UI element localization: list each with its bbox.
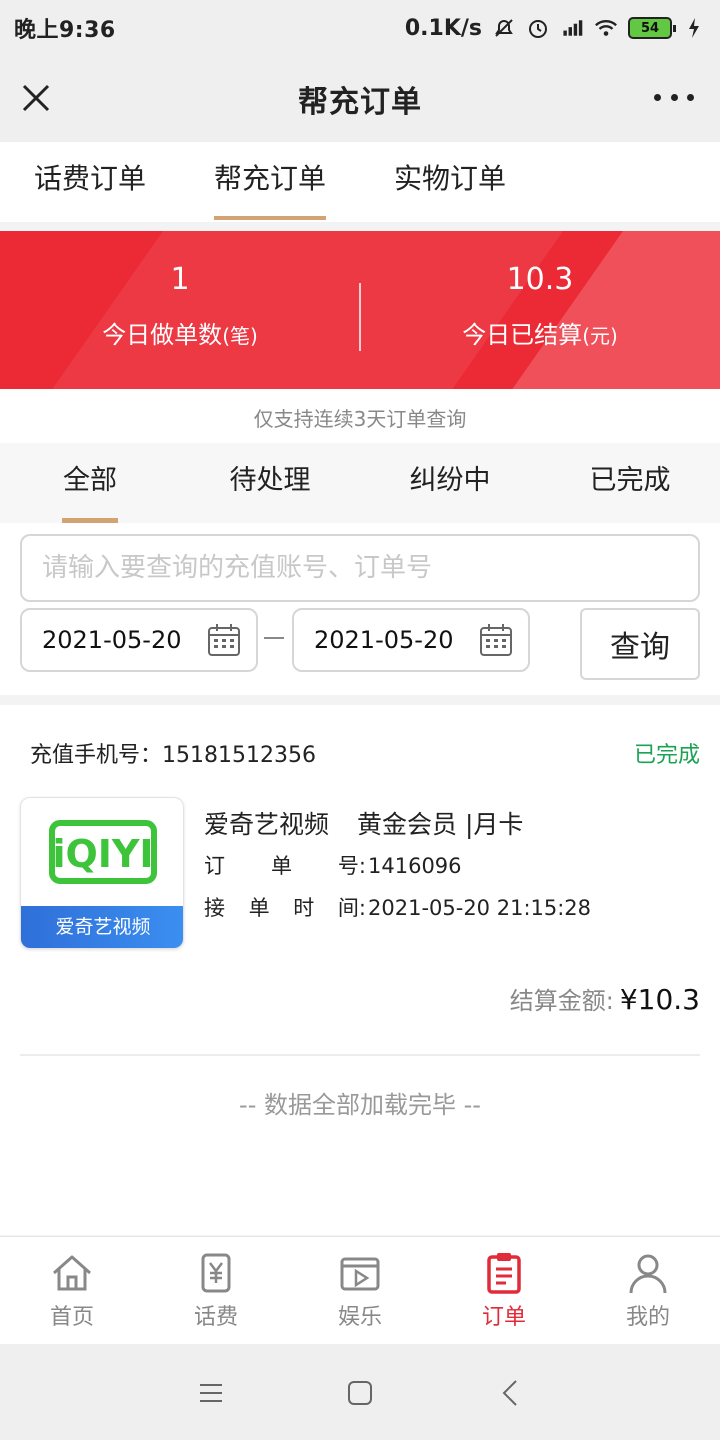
tab-phone-bill-orders[interactable]: 话费订单 xyxy=(0,142,180,222)
settled-today-label: 今日已结算(元) xyxy=(462,321,618,349)
filter-panel: 2021-05-20 2021-05-20 查询 xyxy=(0,523,720,695)
start-date-value: 2021-05-20 xyxy=(42,626,182,654)
status-bar: 晚上9:36 0.1K/s 54 xyxy=(0,0,720,56)
video-icon xyxy=(340,1257,380,1291)
nav-mine[interactable]: 我的 xyxy=(576,1237,720,1344)
status-time: 晚上9:36 xyxy=(14,18,116,43)
user-icon xyxy=(629,1254,667,1294)
orders-today: 1 今日做单数(笔) xyxy=(0,257,360,350)
orders-today-value: 1 xyxy=(170,262,190,297)
order-number: 1416096 xyxy=(368,854,462,878)
title-bar: 帮充订单 xyxy=(0,56,720,142)
tab-recharge-orders[interactable]: 帮充订单 xyxy=(180,142,360,222)
tab-all[interactable]: 全部 xyxy=(0,443,180,523)
home-button-icon[interactable] xyxy=(345,1378,375,1408)
order-type-tabs: 话费订单 帮充订单 实物订单 xyxy=(0,142,720,222)
nav-entertainment-label: 娱乐 xyxy=(337,1305,382,1330)
recharge-phone: 充值手机号：15181512356 xyxy=(30,743,316,768)
orders-today-label: 今日做单数(笔) xyxy=(102,321,258,349)
clipboard-icon xyxy=(487,1253,521,1294)
divider xyxy=(20,1054,700,1056)
nav-phone-bill[interactable]: 话费 xyxy=(144,1237,288,1344)
order-info: 爱奇艺视频 黄金会员 |月卡 订单号: 1416096 接单时间: 2021-05… xyxy=(204,805,591,929)
product-thumbnail: iQIYI 爱奇艺视频 xyxy=(20,797,184,949)
calendar-icon xyxy=(206,622,242,658)
nav-home-label: 首页 xyxy=(49,1305,94,1330)
phone-bill-icon xyxy=(201,1253,231,1293)
settlement-amount: 结算金额: ¥10.3 xyxy=(509,983,700,1016)
battery-level: 54 xyxy=(640,20,660,36)
bottom-nav: 首页 话费 娱乐 订单 我的 xyxy=(0,1236,720,1344)
tab-physical-orders[interactable]: 实物订单 xyxy=(360,142,540,222)
tab-completed[interactable]: 已完成 xyxy=(540,443,720,523)
end-date-field[interactable]: 2021-05-20 xyxy=(292,608,530,672)
page-title: 帮充订单 xyxy=(298,85,422,120)
nav-orders[interactable]: 订单 xyxy=(432,1237,576,1344)
nav-orders-label: 订单 xyxy=(481,1305,526,1330)
home-icon xyxy=(53,1255,91,1291)
calendar-icon xyxy=(478,622,514,658)
more-icon[interactable] xyxy=(654,82,694,112)
net-speed: 0.1K/s xyxy=(404,15,482,41)
mute-icon xyxy=(492,16,516,40)
product-title: 爱奇艺视频 黄金会员 |月卡 xyxy=(204,810,524,839)
order-card[interactable]: 充值手机号：15181512356 已完成 iQIYI 爱奇艺视频 爱奇艺视频黄… xyxy=(0,705,720,1235)
order-number-row: 订单号: 1416096 xyxy=(204,845,591,887)
order-time-row: 接单时间: 2021-05-20 21:15:28 xyxy=(204,887,591,929)
iqiyi-logo-text: iQIYI xyxy=(52,832,153,876)
menu-icon[interactable] xyxy=(196,1378,226,1408)
summary-banner: 1 今日做单数(笔) 10.3 今日已结算(元) xyxy=(0,231,720,389)
start-date-field[interactable]: 2021-05-20 xyxy=(20,608,258,672)
nav-entertainment[interactable]: 娱乐 xyxy=(288,1237,432,1344)
nav-home[interactable]: 首页 xyxy=(0,1237,144,1344)
nav-phone-bill-label: 话费 xyxy=(193,1305,238,1330)
tab-pending[interactable]: 待处理 xyxy=(180,443,360,523)
order-time: 2021-05-20 21:15:28 xyxy=(368,896,592,920)
alarm-icon xyxy=(526,16,550,40)
query-notice: 仅支持连续3天订单查询 xyxy=(0,389,720,443)
status-tabs: 全部 待处理 纠纷中 已完成 xyxy=(0,443,720,523)
wifi-icon xyxy=(594,16,618,40)
end-date-value: 2021-05-20 xyxy=(314,626,454,654)
end-of-list-text: -- 数据全部加载完毕 -- xyxy=(239,1091,481,1119)
close-icon[interactable] xyxy=(18,80,54,116)
search-input[interactable] xyxy=(20,534,700,602)
settled-today: 10.3 今日已结算(元) xyxy=(360,257,720,350)
tab-disputed[interactable]: 纠纷中 xyxy=(360,443,540,523)
order-number-label: 订单号: xyxy=(204,854,366,878)
iqiyi-logo: iQIYI xyxy=(21,798,183,906)
date-range-dash xyxy=(264,637,284,639)
settled-today-value: 10.3 xyxy=(506,262,574,297)
signal-icon xyxy=(560,16,584,40)
charging-icon xyxy=(682,16,706,40)
system-nav-bar xyxy=(0,1344,720,1440)
thumbnail-caption: 爱奇艺视频 xyxy=(21,906,183,948)
order-time-label: 接单时间: xyxy=(204,896,366,920)
query-button[interactable]: 查询 xyxy=(580,608,700,680)
battery-icon: 54 xyxy=(628,17,676,39)
nav-mine-label: 我的 xyxy=(625,1305,670,1330)
back-icon[interactable] xyxy=(496,1378,526,1408)
order-status: 已完成 xyxy=(633,743,700,768)
status-icons: 0.1K/s 54 xyxy=(405,16,706,41)
